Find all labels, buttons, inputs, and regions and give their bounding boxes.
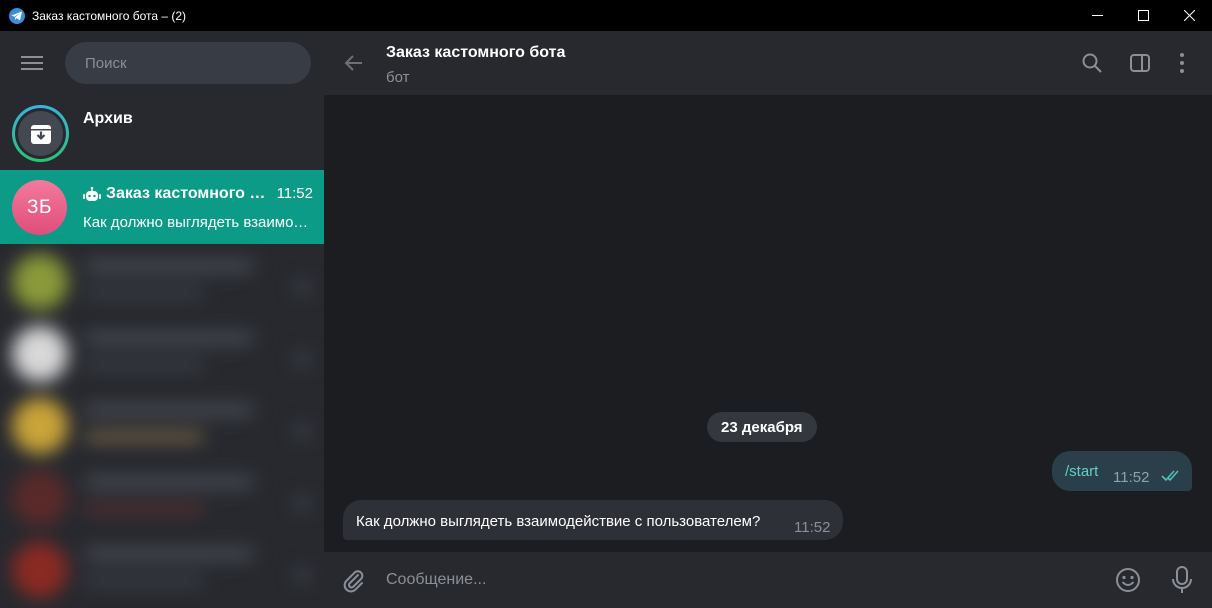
archive-icon	[18, 111, 63, 156]
archive-avatar-ring	[12, 105, 69, 162]
message-input[interactable]	[386, 568, 1086, 592]
list-item	[0, 532, 324, 604]
chat-preview: Как должно выглядеть взаимодействие с по…	[83, 214, 311, 231]
emoji-icon	[1116, 568, 1140, 592]
back-arrow-icon	[344, 55, 362, 71]
message-time: 11:52	[794, 519, 831, 536]
minimize-button[interactable]	[1074, 0, 1120, 31]
chat-list-sidebar: Архив ЗБ Заказ кастомного бота 11:52 Как…	[0, 31, 324, 608]
minimize-icon	[1091, 15, 1103, 16]
voice-record-button[interactable]	[1169, 565, 1195, 595]
sidebar-toggle-icon	[1130, 54, 1150, 72]
telegram-icon	[9, 7, 25, 24]
date-separator: 23 декабря	[707, 412, 817, 442]
close-icon	[1183, 10, 1195, 21]
chat-list-item-active[interactable]: ЗБ Заказ кастомного бота 11:52 Как должн…	[0, 170, 324, 244]
maximize-icon	[1137, 10, 1149, 21]
chat-time: 11:52	[276, 185, 313, 202]
message-text: /start	[1065, 463, 1099, 480]
attach-icon	[343, 570, 364, 593]
menu-button[interactable]	[0, 31, 64, 95]
back-button[interactable]	[342, 51, 366, 75]
list-item	[0, 388, 324, 460]
blurred-chat-list	[0, 244, 324, 608]
bot-icon	[83, 186, 101, 201]
search-button[interactable]	[1080, 51, 1104, 75]
search-field[interactable]	[65, 42, 311, 84]
message-composer	[324, 552, 1212, 608]
emoji-button[interactable]	[1114, 566, 1142, 594]
message-incoming[interactable]: Как должно выглядеть взаимодействие с по…	[343, 500, 843, 540]
archive-folder[interactable]: Архив	[0, 95, 324, 170]
list-item	[0, 316, 324, 388]
window-titlebar: Заказ кастомного бота – (2)	[0, 0, 1212, 31]
attach-button[interactable]	[340, 567, 366, 593]
search-input[interactable]	[85, 54, 285, 72]
sidebar-toggle-button[interactable]	[1128, 51, 1152, 75]
archive-label: Архив	[83, 110, 133, 127]
search-icon	[1082, 53, 1102, 73]
sidebar-header	[0, 31, 324, 95]
chat-name: Заказ кастомного бота	[106, 185, 266, 202]
window-title: Заказ кастомного бота – (2)	[32, 8, 187, 23]
close-button[interactable]	[1166, 0, 1212, 31]
page-title: Заказ кастомного бота	[386, 44, 566, 61]
chat-header: Заказ кастомного бота бот	[324, 31, 1212, 95]
message-text: Как должно выглядеть взаимодействие с по…	[356, 513, 761, 530]
message-time: 11:52	[1113, 469, 1150, 486]
microphone-icon	[1172, 566, 1192, 593]
list-item	[0, 460, 324, 532]
more-vert-icon	[1180, 53, 1184, 73]
chat-panel: Заказ кастомного бота бот 23 декабря /st…	[324, 31, 1212, 608]
menu-icon	[21, 56, 43, 70]
more-options-button[interactable]	[1170, 51, 1194, 75]
chat-subtitle: бот	[386, 69, 410, 86]
read-checks-icon	[1161, 470, 1179, 482]
avatar: ЗБ	[12, 180, 67, 235]
list-item	[0, 244, 324, 316]
maximize-button[interactable]	[1120, 0, 1166, 31]
message-outgoing[interactable]: /start 11:52	[1052, 451, 1192, 491]
